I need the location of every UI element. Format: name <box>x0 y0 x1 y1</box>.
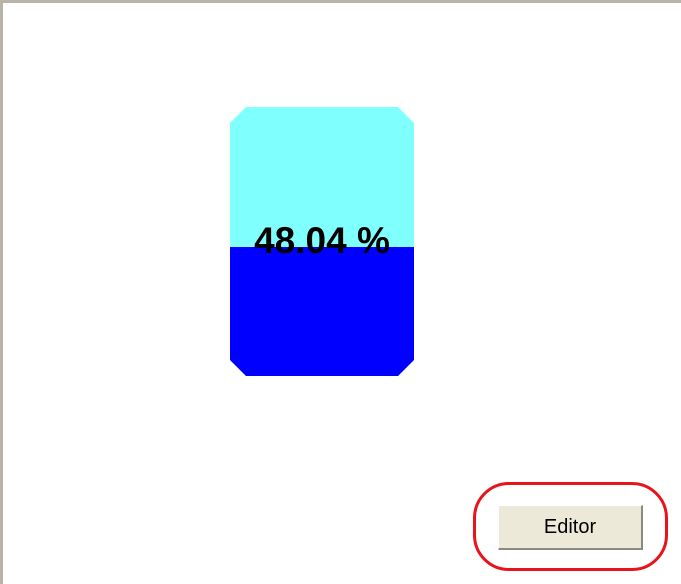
tank-level-indicator: 48.04 % <box>230 107 414 376</box>
window-frame: 48.04 % Editor <box>0 0 681 584</box>
tank-fill-region <box>230 247 414 376</box>
tank-level-label: 48.04 % <box>254 220 390 261</box>
editor-button[interactable]: Editor <box>498 505 643 550</box>
